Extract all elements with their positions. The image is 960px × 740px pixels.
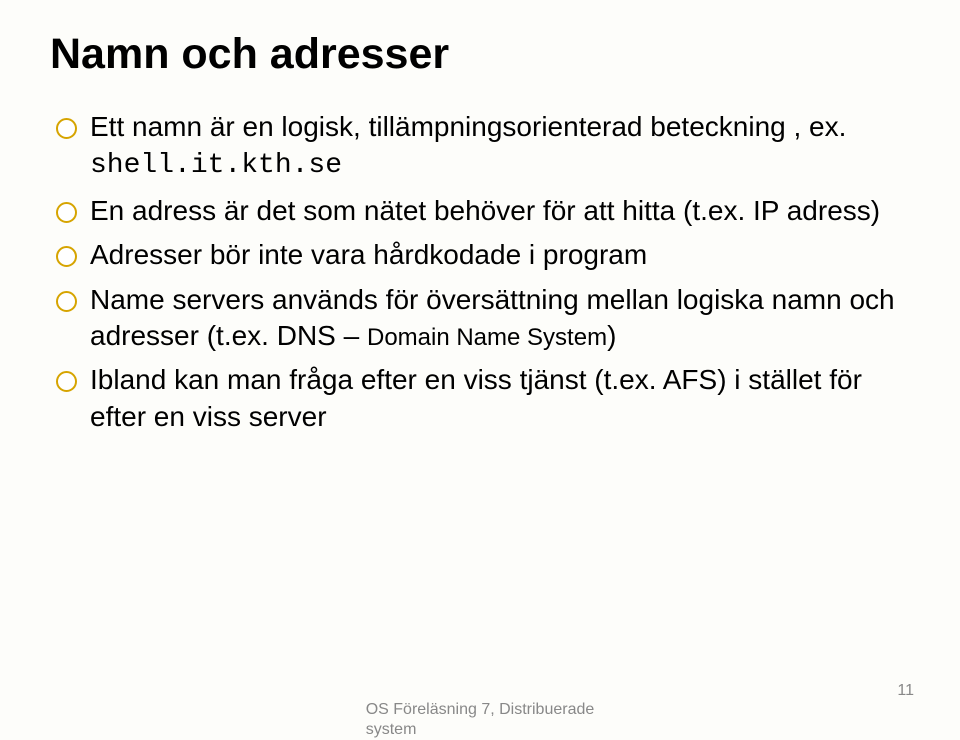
bullet-item: Adresser bör inte vara hårdkodade i prog… — [56, 237, 910, 273]
bullet-item: Ett namn är en logisk, tillämpningsorien… — [56, 109, 910, 185]
bullet-code: shell.it.kth.se — [90, 150, 342, 181]
footer-line1: OS Föreläsning 7, Distribuerade — [366, 700, 595, 720]
bullet-list: Ett namn är en logisk, tillämpningsorien… — [50, 109, 910, 435]
bullet-text: Ibland kan man fråga efter en viss tjäns… — [90, 364, 862, 431]
bullet-item: Name servers används för översättning me… — [56, 282, 910, 355]
footer-page-number: 11 — [897, 682, 914, 700]
footer-line2: system — [366, 720, 595, 740]
bullet-text-small: Domain Name System — [367, 324, 607, 351]
footer-center: OS Föreläsning 7, Distribuerade system — [366, 700, 595, 740]
bullet-text: Adresser bör inte vara hårdkodade i prog… — [90, 239, 647, 270]
bullet-text: En adress är det som nätet behöver för a… — [90, 195, 880, 226]
bullet-item: En adress är det som nätet behöver för a… — [56, 193, 910, 229]
bullet-item: Ibland kan man fråga efter en viss tjäns… — [56, 362, 910, 435]
slide-title: Namn och adresser — [50, 30, 910, 79]
bullet-text: Ett namn är en logisk, tillämpningsorien… — [90, 111, 846, 142]
bullet-text: ) — [607, 320, 616, 351]
